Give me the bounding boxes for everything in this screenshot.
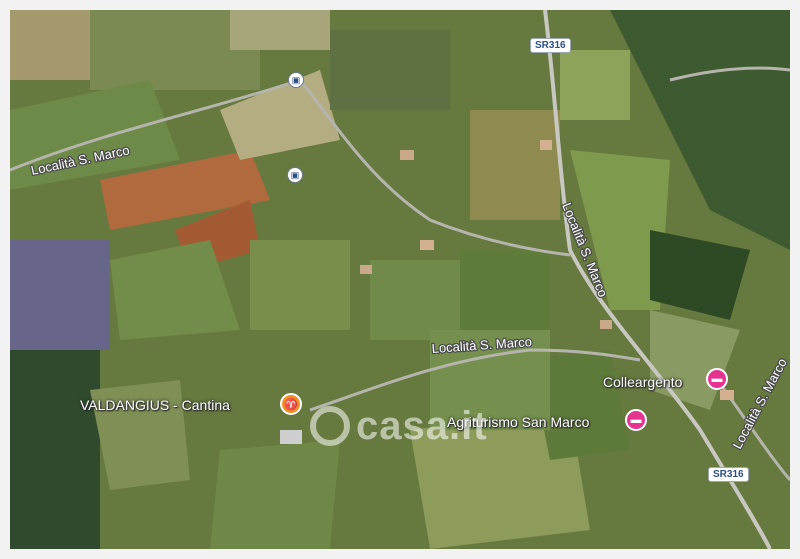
building — [400, 150, 414, 160]
satellite-map[interactable]: Località S. Marco Località S. Marco Loca… — [10, 10, 790, 549]
bus-stop-icon[interactable]: ▣ — [288, 72, 304, 88]
watermark: casa.it — [356, 404, 488, 448]
building — [540, 140, 552, 150]
poi-label-colleargento[interactable]: Colleargento — [603, 374, 682, 390]
wine-glass-icon[interactable]: ♈ — [280, 393, 302, 415]
field — [10, 240, 110, 350]
field — [330, 30, 450, 110]
building — [280, 430, 302, 444]
building — [600, 320, 612, 329]
field — [230, 10, 330, 50]
building — [720, 390, 734, 400]
field — [370, 260, 470, 340]
watermark-logo-icon — [310, 406, 350, 446]
poi-label-valdangius[interactable]: VALDANGIUS - Cantina — [80, 397, 230, 413]
building — [360, 265, 372, 274]
bed-icon[interactable]: ▬ — [625, 409, 647, 431]
bed-icon[interactable]: ▬ — [706, 368, 728, 390]
map-imagery: Località S. Marco Località S. Marco Loca… — [10, 10, 790, 549]
woodland — [10, 350, 100, 549]
bus-stop-icon[interactable]: ▣ — [287, 167, 303, 183]
field — [210, 440, 340, 549]
route-shield-top: SR316 — [530, 38, 571, 53]
field — [560, 50, 630, 120]
building — [420, 240, 434, 250]
route-shield-bottom: SR316 — [708, 467, 749, 482]
field — [470, 110, 560, 220]
field — [460, 250, 550, 340]
field — [250, 240, 350, 330]
